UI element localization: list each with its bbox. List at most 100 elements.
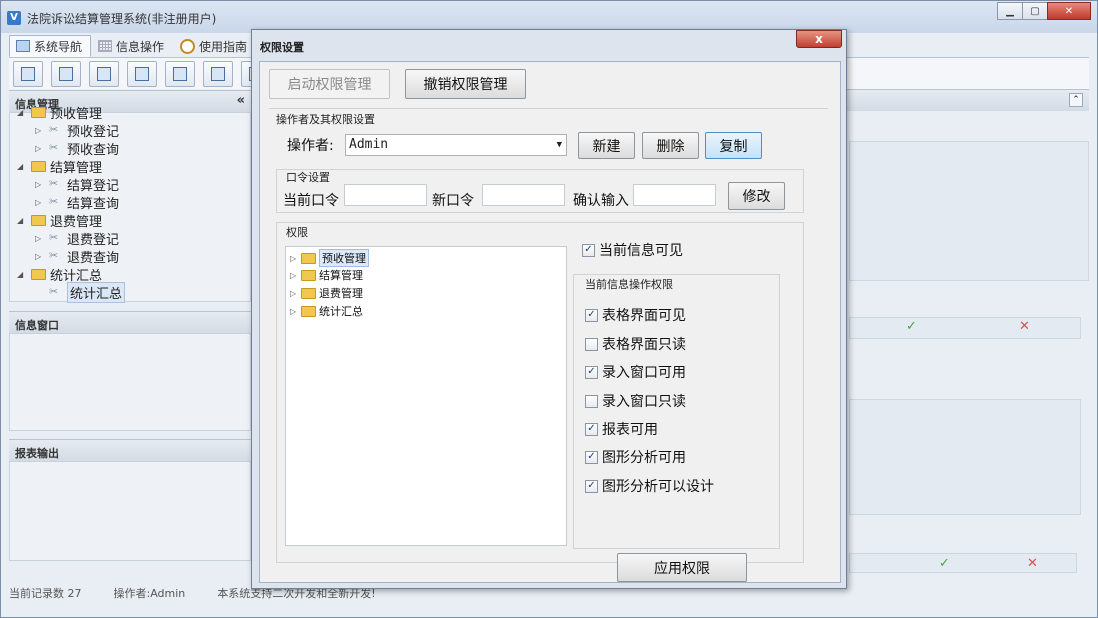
window-icon bbox=[173, 66, 187, 81]
toolbar-list-button[interactable] bbox=[51, 60, 81, 87]
tools-icon: ✂ bbox=[49, 141, 59, 154]
tab-guide[interactable]: 使用指南 bbox=[173, 35, 256, 57]
folder-icon bbox=[301, 269, 316, 281]
perm-tree-label: 预收管理 bbox=[319, 249, 369, 267]
app-title: 法院诉讼结算管理系统(非注册用户) bbox=[27, 12, 217, 26]
checkbox-label: 图形分析可以设计 bbox=[602, 479, 714, 495]
record-count: 当前记录数 27 bbox=[9, 587, 82, 600]
cross-icon: ✕ bbox=[1027, 556, 1038, 571]
app-icon: V bbox=[7, 11, 21, 25]
info-window-body bbox=[9, 333, 251, 431]
perm-tree-item[interactable]: ▷ 退费管理 bbox=[290, 285, 363, 301]
copy-button[interactable]: 复制 bbox=[705, 132, 762, 159]
checkbox[interactable]: ✓ bbox=[585, 450, 598, 464]
status-operator: 操作者:Admin bbox=[113, 587, 186, 600]
checkbox[interactable]: ✓ bbox=[582, 243, 595, 257]
tree-label: 退费查询 bbox=[67, 250, 120, 266]
tree-group[interactable]: ◢ 统计汇总 bbox=[17, 265, 125, 284]
dialog-close-button[interactable]: x bbox=[796, 30, 842, 48]
settings-icon bbox=[135, 66, 149, 81]
close-button[interactable]: ✕ bbox=[1047, 2, 1091, 20]
apply-permission-button[interactable]: 应用权限 bbox=[617, 553, 747, 582]
delete-button[interactable]: 删除 bbox=[642, 132, 699, 159]
new-password-input[interactable] bbox=[482, 184, 565, 206]
tree-item[interactable]: ▷ ✂ 退费查询 bbox=[17, 247, 125, 266]
enable-permission-button[interactable]: 启动权限管理 bbox=[269, 69, 390, 99]
checkbox-label: 当前信息可见 bbox=[599, 243, 683, 259]
checkbox[interactable] bbox=[585, 337, 598, 351]
tools-icon: ✂ bbox=[49, 249, 59, 262]
checkbox-label: 表格界面可见 bbox=[602, 308, 686, 324]
toolbar-document-button[interactable] bbox=[89, 60, 119, 87]
checkbox[interactable] bbox=[585, 394, 598, 408]
tools-icon: ✂ bbox=[49, 231, 59, 244]
operator-select[interactable]: Admin ▼ bbox=[345, 134, 567, 156]
right-toolbar-row bbox=[849, 317, 1081, 339]
monitor-icon bbox=[16, 40, 30, 52]
revoke-permission-button[interactable]: 撤销权限管理 bbox=[405, 69, 526, 99]
op-checkbox-row[interactable]: ✓ 录入窗口可用 bbox=[585, 362, 686, 382]
tree-group[interactable]: ◢ 结算管理 bbox=[17, 157, 125, 176]
collapse-up-icon[interactable]: ⌃ bbox=[1069, 93, 1083, 107]
toolbar-settings-button[interactable] bbox=[127, 60, 157, 87]
perm-tree-label: 结算管理 bbox=[319, 269, 363, 282]
right-panel-body bbox=[849, 141, 1089, 281]
operator-section-label: 操作者及其权限设置 bbox=[276, 113, 375, 126]
collapse-left-icon[interactable]: « bbox=[237, 93, 245, 108]
tools-icon: ✂ bbox=[49, 123, 59, 136]
operator-value: Admin bbox=[349, 137, 389, 152]
toolbar-window-button[interactable] bbox=[165, 60, 195, 87]
checkbox-label: 录入窗口只读 bbox=[602, 394, 686, 410]
op-checkbox-row[interactable]: 表格界面只读 bbox=[585, 334, 686, 354]
perm-tree-item[interactable]: ▷ 预收管理 bbox=[290, 249, 369, 267]
op-checkbox-row[interactable]: ✓ 图形分析可以设计 bbox=[585, 476, 714, 496]
current-password-input[interactable] bbox=[344, 184, 427, 206]
tree-item-selected[interactable]: ✂ 统计汇总 bbox=[17, 281, 126, 303]
info-window-header: 信息窗口 bbox=[9, 311, 251, 333]
checkbox[interactable]: ✓ bbox=[585, 308, 598, 322]
folder-icon bbox=[31, 106, 46, 118]
modify-button[interactable]: 修改 bbox=[728, 182, 785, 210]
perm-tree-item[interactable]: ▷ 结算管理 bbox=[290, 267, 363, 283]
tree-item[interactable]: ▷ ✂ 预收登记 bbox=[17, 121, 125, 140]
confirm-password-input[interactable] bbox=[633, 184, 716, 206]
op-checkbox-row[interactable]: 录入窗口只读 bbox=[585, 391, 686, 411]
tree-item[interactable]: ▷ ✂ 退费登记 bbox=[17, 229, 125, 248]
new-button[interactable]: 新建 bbox=[578, 132, 635, 159]
toolbar-search-button[interactable] bbox=[13, 60, 43, 87]
checkbox[interactable]: ✓ bbox=[585, 422, 598, 436]
tree-item[interactable]: ▷ ✂ 结算查询 bbox=[17, 193, 125, 212]
maximize-button[interactable]: ▢ bbox=[1022, 2, 1048, 20]
list-icon bbox=[59, 66, 73, 81]
tab-info-ops[interactable]: 信息操作 bbox=[91, 35, 173, 57]
op-checkbox-row[interactable]: ✓ 表格界面可见 bbox=[585, 305, 686, 325]
op-checkbox-row[interactable]: ✓ 报表可用 bbox=[585, 419, 658, 439]
tab-system-nav[interactable]: 系统导航 bbox=[9, 35, 92, 57]
op-checkbox-row[interactable]: ✓ 图形分析可用 bbox=[585, 447, 686, 467]
clock-icon bbox=[180, 38, 196, 54]
document-icon bbox=[97, 66, 111, 81]
tree-item[interactable]: ▷ ✂ 结算登记 bbox=[17, 175, 125, 194]
toolbar-export-button[interactable] bbox=[203, 60, 233, 87]
checkbox[interactable]: ✓ bbox=[585, 365, 598, 379]
chevron-down-icon: ▼ bbox=[556, 140, 562, 150]
tab-label: 系统导航 bbox=[34, 39, 83, 54]
current-visible-checkbox[interactable]: ✓ 当前信息可见 bbox=[582, 240, 683, 260]
tree-item[interactable]: ▷ ✂ 预收查询 bbox=[17, 139, 125, 158]
tree-group[interactable]: ◢ 退费管理 bbox=[17, 211, 125, 230]
check-icon: ✓ bbox=[906, 319, 917, 334]
right-panel-body-2 bbox=[849, 399, 1081, 515]
perm-tree-label: 统计汇总 bbox=[319, 305, 363, 318]
checkbox[interactable]: ✓ bbox=[585, 479, 598, 493]
permission-tree[interactable]: ▷ 预收管理 ▷ 结算管理 ▷ 退费管理 ▷ 统计汇总 bbox=[285, 246, 567, 546]
permission-dialog: 权限设置 x 启动权限管理 撤销权限管理 操作者及其权限设置 操作者: Admi… bbox=[251, 29, 847, 589]
info-window-title: 信息窗口 bbox=[15, 319, 59, 332]
perm-tree-item[interactable]: ▷ 统计汇总 bbox=[290, 303, 363, 319]
tools-icon: ✂ bbox=[49, 195, 59, 208]
tree-label: 退费登记 bbox=[67, 232, 120, 248]
search-icon bbox=[21, 66, 35, 81]
current-password-label: 当前口令 bbox=[283, 193, 339, 209]
operator-label: 操作者: bbox=[287, 138, 334, 154]
minimize-button[interactable]: ▁ bbox=[997, 2, 1023, 20]
tree-group[interactable]: ◢ 预收管理 bbox=[17, 103, 125, 122]
